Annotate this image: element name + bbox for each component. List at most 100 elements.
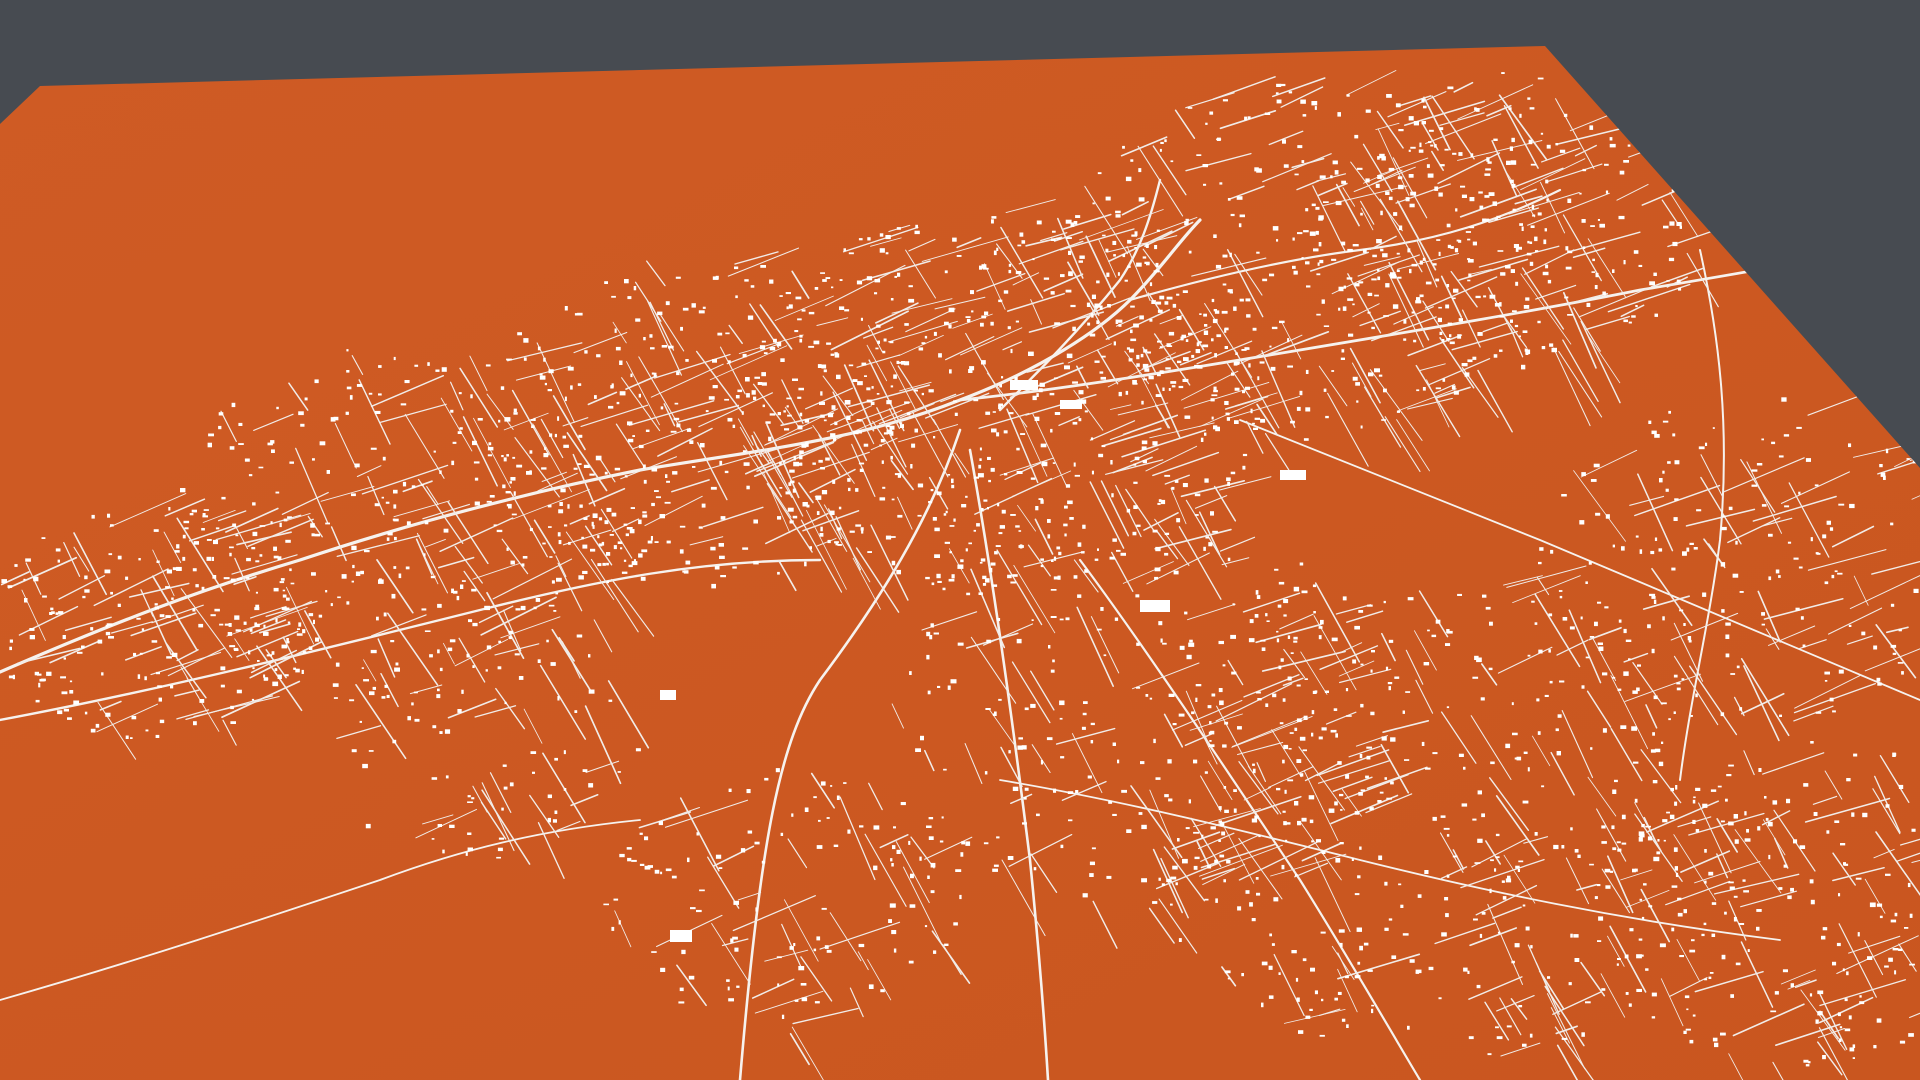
building xyxy=(346,386,352,390)
building xyxy=(1321,850,1326,854)
building xyxy=(617,541,623,544)
building xyxy=(799,450,804,454)
building xyxy=(1725,622,1731,626)
building xyxy=(1036,220,1042,225)
building xyxy=(1565,266,1572,270)
building xyxy=(787,507,794,512)
building xyxy=(668,345,674,349)
building xyxy=(1287,779,1294,782)
building xyxy=(159,614,165,618)
building xyxy=(1407,1025,1410,1030)
building xyxy=(1040,565,1044,568)
building xyxy=(437,649,440,654)
building xyxy=(1318,215,1324,220)
building xyxy=(1358,791,1363,796)
building xyxy=(1030,703,1036,708)
building xyxy=(1160,499,1166,505)
building xyxy=(1082,712,1087,716)
building xyxy=(788,482,792,486)
building xyxy=(1126,829,1132,833)
building xyxy=(472,665,475,668)
building xyxy=(1437,317,1442,323)
building xyxy=(1060,274,1065,278)
building xyxy=(529,528,533,532)
building xyxy=(1467,279,1471,282)
building xyxy=(155,671,160,675)
building xyxy=(1164,794,1169,798)
building xyxy=(1452,855,1458,858)
building xyxy=(855,524,862,527)
building xyxy=(137,674,141,679)
building xyxy=(1778,575,1781,578)
building xyxy=(471,588,477,592)
building xyxy=(1053,556,1057,561)
building xyxy=(280,578,285,581)
map-scene[interactable] xyxy=(0,0,1920,1080)
building xyxy=(1380,210,1383,216)
building xyxy=(1304,678,1308,680)
building xyxy=(728,788,732,792)
building xyxy=(910,464,913,469)
building xyxy=(899,424,904,428)
building xyxy=(588,654,591,658)
building xyxy=(1605,885,1611,889)
building xyxy=(777,412,781,416)
building xyxy=(891,863,894,867)
building xyxy=(1724,911,1727,915)
building xyxy=(1909,913,1913,918)
building xyxy=(953,922,958,926)
building xyxy=(897,473,901,478)
building xyxy=(1521,364,1526,370)
building xyxy=(1775,569,1780,574)
3d-viewport[interactable] xyxy=(0,0,1920,1080)
building xyxy=(393,356,396,361)
building xyxy=(1133,323,1139,328)
building xyxy=(165,615,171,618)
building xyxy=(557,416,560,421)
building xyxy=(276,406,279,410)
building xyxy=(157,685,163,688)
building xyxy=(1291,950,1297,954)
building xyxy=(1007,326,1011,330)
building xyxy=(786,306,789,310)
building xyxy=(876,393,880,395)
building xyxy=(808,311,815,315)
building xyxy=(289,568,292,572)
building xyxy=(1357,875,1361,879)
building xyxy=(1179,645,1185,650)
building xyxy=(1218,640,1224,645)
building xyxy=(1522,330,1528,333)
building xyxy=(1167,759,1172,764)
building xyxy=(1052,230,1056,233)
building xyxy=(8,675,14,679)
building xyxy=(1912,459,1918,464)
building xyxy=(1346,94,1350,97)
building xyxy=(948,324,952,329)
building xyxy=(549,433,553,437)
building xyxy=(1120,552,1126,556)
building xyxy=(934,527,940,532)
building xyxy=(1783,864,1788,868)
building xyxy=(1345,975,1349,979)
building xyxy=(1817,1011,1823,1016)
building xyxy=(300,423,305,427)
building xyxy=(1278,665,1282,670)
building xyxy=(1408,116,1414,121)
building xyxy=(891,930,897,935)
building xyxy=(930,862,936,868)
building xyxy=(1365,178,1370,183)
building xyxy=(821,490,828,495)
building xyxy=(831,286,834,289)
building xyxy=(406,521,411,526)
building xyxy=(544,382,547,386)
building xyxy=(857,381,863,386)
building xyxy=(1795,607,1800,611)
building xyxy=(259,525,266,527)
building xyxy=(533,606,537,610)
building xyxy=(1252,327,1257,331)
building xyxy=(660,967,666,972)
building xyxy=(890,455,893,460)
building xyxy=(447,647,453,652)
building xyxy=(623,559,627,562)
building xyxy=(229,645,236,648)
